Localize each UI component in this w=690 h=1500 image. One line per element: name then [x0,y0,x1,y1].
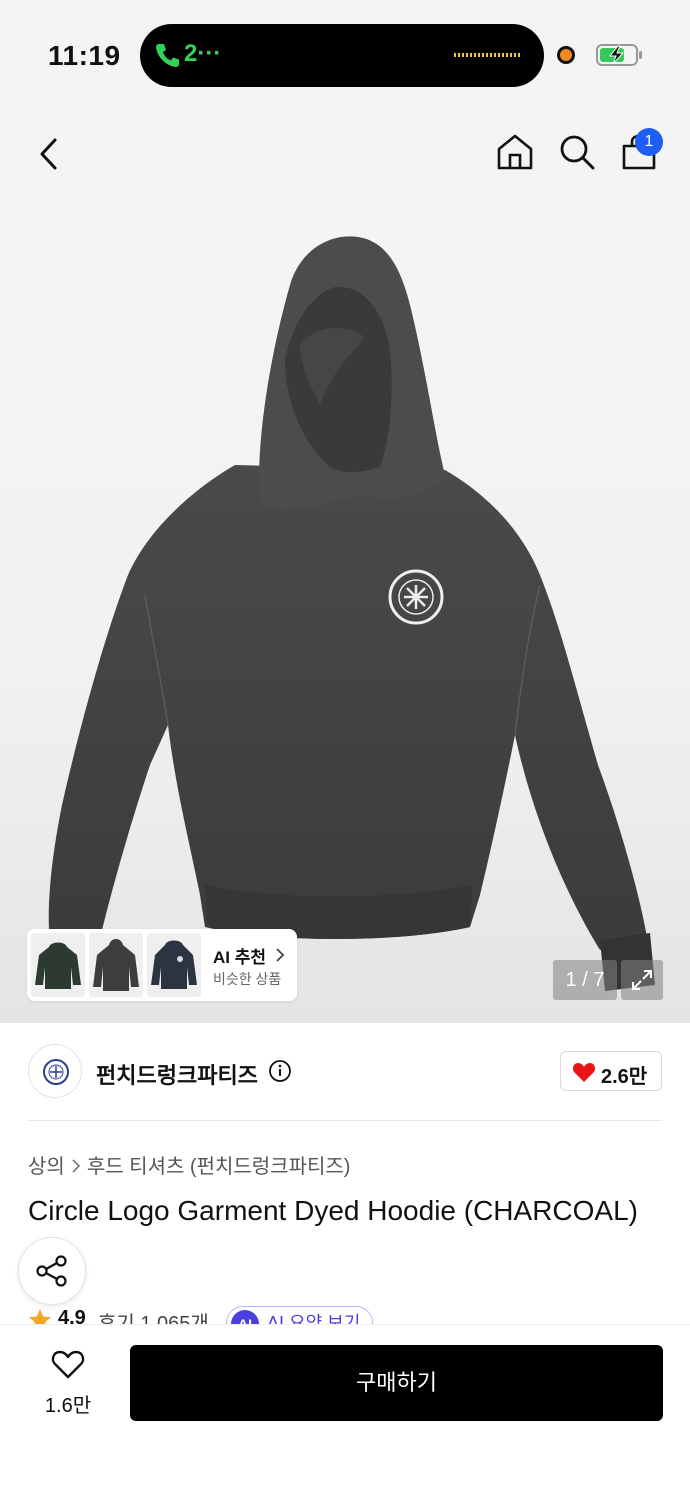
top-nav-bar [0,105,690,205]
hoodie-thumbnail-icon [35,942,81,989]
ai-recommend-card[interactable]: AI 추천 비슷한 상품 [27,929,297,1001]
recording-dot-icon [557,46,575,64]
chevron-right-icon [72,1159,80,1173]
expand-icon [632,970,652,990]
ai-recommend-title: AI 추천 [213,948,267,967]
recommend-thumbnail[interactable] [31,933,85,997]
breadcrumb: 상의 후드 티셔츠 (펀치드렁크파티즈) [28,1150,350,1179]
breadcrumb-subcategory[interactable]: 후드 티셔츠 (펀치드렁크파티즈) [87,1156,351,1178]
brand-like-count: 2.6만 [601,1066,648,1088]
call-duration: 2··· [184,40,222,67]
hoodie-thumbnail-icon [151,940,197,989]
info-icon[interactable] [268,1059,292,1083]
share-icon [36,1255,67,1287]
recommend-thumbnail[interactable] [147,933,201,997]
brand-logo-icon [43,1059,69,1085]
recommend-thumbnail[interactable] [89,933,143,997]
chevron-right-icon [276,948,285,962]
home-icon[interactable] [496,133,534,171]
product-image-carousel[interactable] [0,205,690,1023]
brand-logo[interactable] [28,1044,82,1098]
image-page-counter: 1 / 7 [553,960,617,1000]
wishlist-button[interactable]: 1.6만 [30,1345,106,1421]
breadcrumb-category[interactable]: 상의 [28,1156,65,1178]
audio-level-indicator [454,53,522,57]
brand-name[interactable]: 펀치드렁크파티즈 [96,1058,258,1090]
status-bar: 11:19 2··· [0,0,690,105]
hoodie-thumbnail-icon [93,939,139,991]
ai-summary-label: AI 요약 보기 [267,1313,361,1324]
battery-charging-icon [596,44,642,66]
ai-recommend-subtitle: 비슷한 상품 [213,971,282,987]
buy-button[interactable]: 구매하기 [130,1345,663,1421]
expand-image-button[interactable] [621,960,663,1000]
brand-like-button[interactable]: 2.6만 [560,1051,662,1091]
cart-count-badge: 1 [635,128,663,156]
search-icon[interactable] [558,133,596,171]
ai-badge: AI [231,1310,259,1324]
star-icon [29,1309,51,1324]
section-divider [28,1120,662,1121]
back-icon[interactable] [36,137,62,171]
ai-summary-button[interactable]: AI AI 요약 보기 [226,1306,374,1324]
phone-icon [156,44,179,67]
heart-outline-icon [51,1350,85,1379]
hoodie-image [45,236,655,991]
product-title: Circle Logo Garment Dyed Hoodie (CHARCOA… [28,1195,638,1226]
status-time: 11:19 [48,40,121,71]
heart-filled-icon [572,1063,596,1082]
rating-row: 4.9 후기 1,065개 AI AI 요약 보기 [28,1306,428,1324]
wishlist-count: 1.6만 [44,1395,92,1417]
rating-value: 4.9 [58,1307,86,1324]
review-count[interactable]: 후기 1,065개 [98,1307,209,1324]
share-button[interactable] [18,1237,86,1305]
dynamic-island[interactable]: 2··· [140,24,544,87]
